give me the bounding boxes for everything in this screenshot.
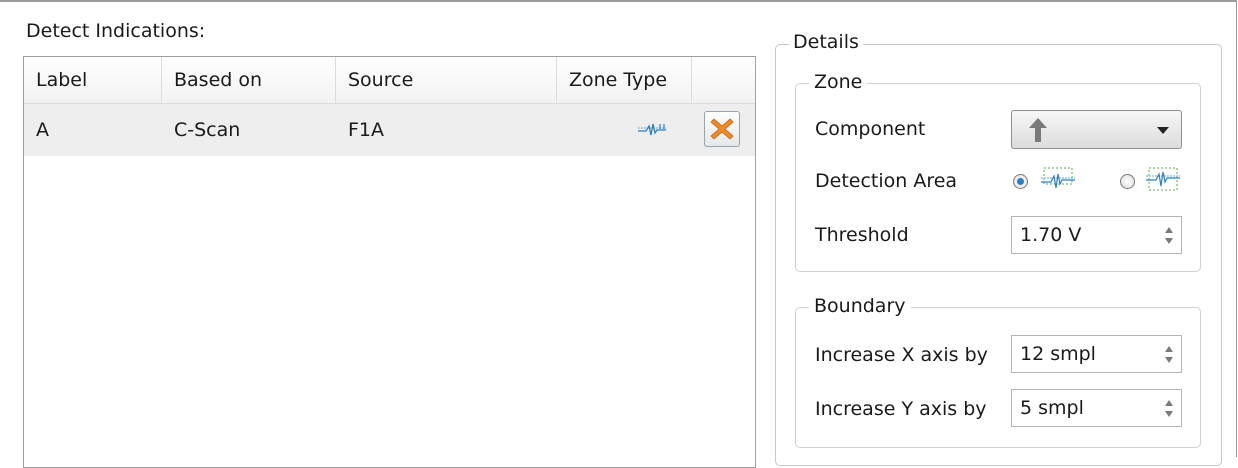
threshold-label: Threshold [815, 224, 909, 246]
zone-title: Zone [809, 71, 868, 93]
column-header-actions [692, 57, 755, 103]
spin-down-icon[interactable] [1165, 357, 1173, 363]
waveform-zone-icon [638, 121, 666, 143]
column-header-source[interactable]: Source [336, 57, 557, 103]
increase-x-label: Increase X axis by [815, 344, 988, 366]
details-title: Details [789, 31, 863, 53]
column-header-zone-type[interactable]: Zone Type [557, 57, 692, 103]
spin-up-icon[interactable] [1165, 346, 1173, 352]
cell-source: F1A [348, 119, 385, 141]
increase-y-value: 5 smpl [1020, 397, 1084, 419]
table-header: Label Based on Source Zone Type [24, 57, 755, 104]
increase-x-value: 12 smpl [1020, 343, 1096, 365]
spin-up-icon[interactable] [1165, 400, 1173, 406]
detection-area-label: Detection Area [815, 170, 958, 192]
detection-area-radio-gate[interactable] [1013, 174, 1028, 189]
chevron-down-icon [1157, 127, 1169, 134]
increase-x-spinbox[interactable]: 12 smpl [1011, 335, 1182, 373]
increase-y-label: Increase Y axis by [815, 398, 987, 420]
column-header-label[interactable]: Label [24, 57, 162, 103]
delete-indication-button[interactable] [704, 111, 740, 147]
spin-down-icon[interactable] [1165, 411, 1173, 417]
spin-down-icon[interactable] [1165, 238, 1173, 244]
threshold-value: 1.70 V [1020, 224, 1082, 246]
cell-based-on: C-Scan [174, 119, 241, 141]
component-label: Component [815, 118, 926, 140]
detection-area-full-icon [1146, 166, 1180, 199]
arrow-up-icon [1028, 117, 1048, 148]
delete-x-icon [710, 118, 734, 140]
spin-up-icon[interactable] [1165, 227, 1173, 233]
cell-label: A [36, 119, 49, 141]
detection-area-radio-full[interactable] [1120, 174, 1135, 189]
table-row[interactable]: A C-Scan F1A [24, 104, 755, 156]
column-header-based-on[interactable]: Based on [162, 57, 336, 103]
indications-table[interactable]: Label Based on Source Zone Type A C-Scan… [23, 56, 756, 468]
component-dropdown[interactable] [1011, 110, 1182, 149]
boundary-title: Boundary [809, 295, 911, 317]
increase-y-spinbox[interactable]: 5 smpl [1011, 389, 1182, 427]
detect-indications-title: Detect Indications: [26, 20, 206, 42]
threshold-spinbox[interactable]: 1.70 V [1011, 216, 1182, 254]
detection-area-gate-icon [1041, 166, 1075, 199]
